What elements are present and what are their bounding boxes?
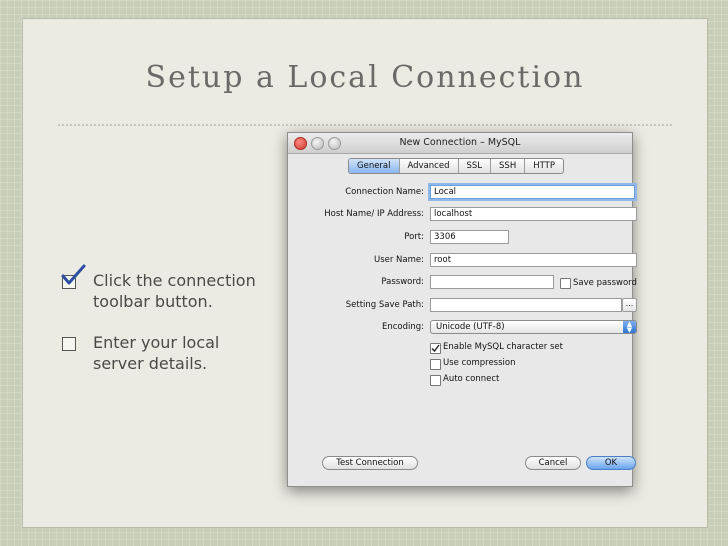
browse-button[interactable]: ... <box>622 298 637 312</box>
bullet-text-line: Enter your local <box>93 333 220 352</box>
save-path-input[interactable] <box>430 298 622 312</box>
user-name-input[interactable]: root <box>430 253 637 267</box>
auto-connect-label: Auto connect <box>443 374 500 384</box>
port-input[interactable]: 3306 <box>430 230 509 244</box>
save-path-row: Setting Save Path: <box>288 298 424 313</box>
checkbox-icon <box>62 337 76 351</box>
save-password-checkbox[interactable] <box>560 278 571 289</box>
ok-button[interactable]: OK <box>586 456 636 470</box>
save-password-label: Save password <box>573 278 637 288</box>
encoding-row: Encoding: <box>288 320 424 335</box>
bullet-list: Click the connection toolbar button. Ent… <box>60 264 290 394</box>
new-connection-dialog: New Connection – MySQL General Advanced … <box>287 132 637 487</box>
password-row: Password: <box>288 275 424 290</box>
cancel-button[interactable]: Cancel <box>525 456 581 470</box>
connection-name-label: Connection Name: <box>345 187 424 197</box>
bullet-item: Enter your local server details. <box>60 332 290 374</box>
checkmark-icon <box>61 264 86 285</box>
port-row: Port: <box>288 230 424 245</box>
tab-http[interactable]: HTTP <box>524 159 563 173</box>
title-divider <box>58 124 672 126</box>
encoding-value: Unicode (UTF-8) <box>436 322 505 332</box>
port-label: Port: <box>404 232 424 242</box>
password-label: Password: <box>381 277 424 287</box>
enable-charset-checkbox[interactable] <box>430 343 441 354</box>
title-bar[interactable]: New Connection – MySQL <box>288 133 632 154</box>
bullet-item: Click the connection toolbar button. <box>60 264 290 312</box>
encoding-select[interactable]: Unicode (UTF-8) ▲ ▼ <box>430 320 637 334</box>
password-input[interactable] <box>430 275 554 289</box>
bullet-text-line: toolbar button. <box>93 292 213 311</box>
tab-bar: General Advanced SSL SSH HTTP <box>348 158 564 174</box>
test-connection-button[interactable]: Test Connection <box>322 456 418 470</box>
auto-connect-checkbox[interactable] <box>430 375 441 386</box>
bullet-text-line: Click the connection <box>93 271 256 290</box>
updown-arrows-icon: ▲ ▼ <box>623 321 636 334</box>
tab-advanced[interactable]: Advanced <box>398 159 458 173</box>
host-name-label: Host Name/ IP Address: <box>324 209 424 219</box>
tab-general[interactable]: General <box>349 159 399 173</box>
connection-name-row: Connection Name: <box>288 185 424 200</box>
bullet-text-line: server details. <box>93 354 208 373</box>
slide-title: Setup a Local Connection <box>145 60 585 95</box>
tab-ssl[interactable]: SSL <box>457 159 491 173</box>
enable-charset-label: Enable MySQL character set <box>443 342 563 352</box>
use-compression-label: Use compression <box>443 358 516 368</box>
user-name-row: User Name: <box>288 253 424 268</box>
tab-ssh[interactable]: SSH <box>490 159 524 173</box>
encoding-label: Encoding: <box>381 322 424 332</box>
use-compression-checkbox[interactable] <box>430 359 441 370</box>
checkmark-icon <box>431 344 440 353</box>
host-name-row: Host Name/ IP Address: <box>288 207 424 222</box>
window-title: New Connection – MySQL <box>399 137 521 148</box>
save-path-label: Setting Save Path: <box>345 300 424 310</box>
host-name-input[interactable]: localhost <box>430 207 637 221</box>
user-name-label: User Name: <box>373 255 424 265</box>
connection-name-input[interactable]: Local <box>430 185 635 199</box>
slide: Setup a Local Connection Click the conne… <box>22 18 708 528</box>
